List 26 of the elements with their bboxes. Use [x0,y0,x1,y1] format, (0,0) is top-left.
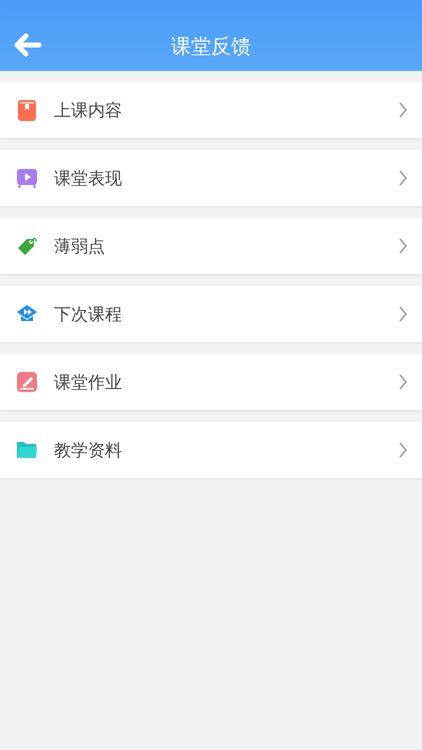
back-arrow-icon [14,33,42,57]
tag-icon [16,235,38,257]
video-icon [16,167,38,189]
chevron-right-icon [398,102,408,118]
back-button[interactable] [14,33,42,57]
folder-icon [16,439,38,461]
book-icon [16,99,38,121]
chevron-right-icon [398,442,408,458]
chevron-right-icon [398,238,408,254]
menu-item-label: 薄弱点 [54,236,106,258]
menu-item-label: 下次课程 [54,304,123,326]
menu-item[interactable]: 下次课程 [0,286,422,342]
menu-item-label: 教学资料 [54,440,123,462]
page-title: 课堂反馈 [171,32,251,60]
menu-item-label: 课堂作业 [54,372,123,394]
menu-item-label: 课堂表现 [54,168,123,190]
chevron-right-icon [398,170,408,186]
menu-item[interactable]: 教学资料 [0,422,422,478]
menu-item-label: 上课内容 [54,100,123,122]
menu-item[interactable]: 薄弱点 [0,218,422,274]
menu-item[interactable]: 课堂表现 [0,150,422,206]
menu-item[interactable]: 上课内容 [0,82,422,138]
pencil-icon [16,371,38,393]
menu-item[interactable]: 课堂作业 [0,354,422,410]
chevron-right-icon [398,374,408,390]
chevron-right-icon [398,306,408,322]
